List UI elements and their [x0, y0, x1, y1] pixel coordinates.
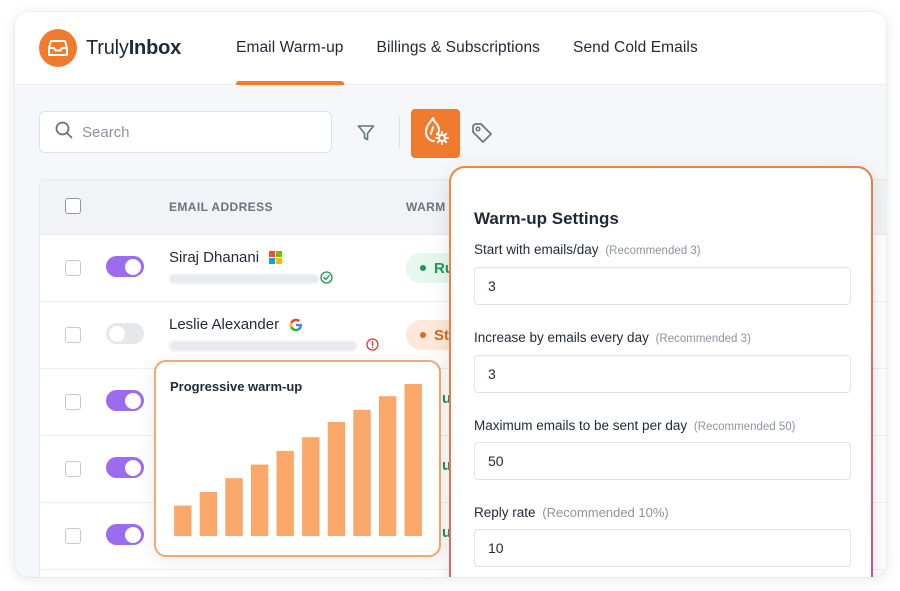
increase-emails-label-text: Increase by emails every day: [474, 330, 649, 345]
tab-billings-subscriptions[interactable]: Billings & Subscriptions: [377, 12, 541, 85]
inbox-logo-icon: [39, 29, 77, 67]
brand-name: TrulyInbox: [86, 36, 182, 59]
warmup-settings-panel: Warm-up Settings Start with emails/day (…: [449, 166, 873, 577]
increase-emails-label: Increase by emails every day (Recommende…: [474, 330, 751, 345]
status-badge-text: St: [434, 326, 449, 344]
verified-check-icon: [320, 271, 333, 289]
chart-bar-6: [302, 437, 320, 536]
filter-icon[interactable]: [355, 122, 377, 144]
start-emails-input[interactable]: [474, 267, 851, 305]
warmup-toggle[interactable]: [106, 323, 144, 344]
chart-bar-9: [378, 396, 397, 536]
row-checkbox[interactable]: [65, 394, 81, 410]
account-name: Siraj Dhanani: [169, 249, 283, 266]
toolbar-divider: [399, 116, 400, 149]
chart-bar-1: [174, 505, 192, 536]
tab-email-warmup[interactable]: Email Warm-up: [236, 12, 344, 85]
app-window: TrulyInbox Email Warm-up Billings & Subs…: [15, 12, 886, 577]
start-emails-recommended: (Recommended 3): [605, 245, 701, 257]
chart-bar-2: [199, 491, 218, 536]
start-emails-label-text: Start with emails/day: [474, 242, 599, 257]
search-icon: [55, 121, 73, 144]
account-email-blurred: [169, 341, 357, 351]
account-email-blurred: [169, 274, 319, 284]
row-checkbox[interactable]: [65, 327, 81, 343]
reply-rate-label: Reply rate (Recommended 10%): [474, 505, 669, 520]
reply-rate-recommended: (Recommended 10%): [542, 505, 669, 520]
max-emails-label: Maximum emails to be sent per day (Recom…: [474, 418, 796, 433]
microsoft-icon: [269, 251, 283, 264]
account-name: Leslie Alexander: [169, 316, 303, 333]
warmup-toggle[interactable]: [106, 457, 144, 478]
progressive-warmup-chart: [174, 384, 422, 536]
account-name-text: Leslie Alexander: [169, 316, 280, 333]
warmup-toggle[interactable]: [106, 256, 144, 277]
reply-rate-input[interactable]: [474, 529, 851, 567]
search-box[interactable]: [39, 111, 332, 153]
max-emails-label-text: Maximum emails to be sent per day: [474, 418, 688, 433]
warmup-toggle[interactable]: [106, 524, 144, 545]
increase-emails-recommended: (Recommended 3): [655, 333, 751, 345]
column-header-email-address[interactable]: EMAIL ADDRESS: [169, 200, 273, 214]
max-emails-input[interactable]: [474, 442, 851, 480]
row-checkbox[interactable]: [65, 528, 81, 544]
chart-bar-10: [404, 384, 422, 536]
column-header-warmup[interactable]: WARM: [406, 200, 446, 214]
status-dot: [420, 265, 426, 271]
google-icon: [289, 318, 303, 332]
error-alert-icon: [366, 338, 379, 356]
progressive-warmup-card: Progressive warm-up: [154, 360, 441, 557]
flame-gear-icon: [422, 116, 450, 151]
row-checkbox[interactable]: [65, 461, 81, 477]
chart-bar-5: [276, 450, 294, 536]
settings-title: Warm-up Settings: [474, 209, 619, 228]
tab-send-cold-emails[interactable]: Send Cold Emails: [573, 12, 698, 85]
chart-bar-8: [353, 409, 371, 536]
max-emails-recommended: (Recommended 50): [693, 421, 796, 433]
tag-icon[interactable]: [470, 121, 494, 145]
account-name-text: Siraj Dhanani: [169, 249, 260, 266]
increase-emails-input[interactable]: [474, 355, 851, 393]
reply-rate-label-text: Reply rate: [474, 505, 536, 520]
select-all-checkbox[interactable]: [65, 198, 81, 214]
chart-bar-7: [327, 422, 346, 536]
chart-bar-3: [225, 478, 243, 536]
status-dot: [420, 332, 426, 338]
row-checkbox[interactable]: [65, 260, 81, 276]
top-navigation-bar: TrulyInbox Email Warm-up Billings & Subs…: [15, 12, 886, 85]
warmup-toggle[interactable]: [106, 390, 144, 411]
search-input[interactable]: [82, 123, 302, 141]
warmup-settings-button[interactable]: [411, 109, 460, 158]
main-nav: Email Warm-up Billings & Subscriptions S…: [236, 12, 731, 85]
brand-logo[interactable]: TrulyInbox: [39, 29, 181, 67]
chart-bar-4: [250, 464, 269, 536]
start-emails-label: Start with emails/day (Recommended 3): [474, 242, 701, 257]
